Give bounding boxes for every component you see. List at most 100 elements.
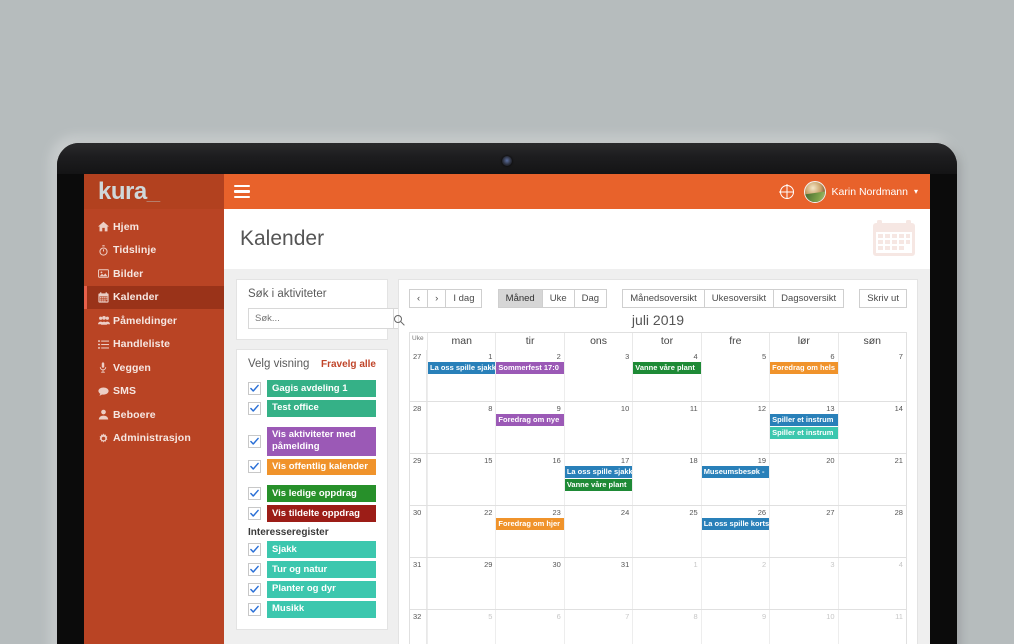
calendar-day-cell[interactable]: 31 (563, 558, 632, 609)
calendar-day-cell[interactable]: 18 (632, 454, 700, 505)
checkbox[interactable] (248, 507, 261, 521)
filter-label[interactable]: Sjakk (267, 541, 376, 558)
filter-label[interactable]: Musikk (267, 600, 376, 618)
checkbox[interactable] (248, 562, 261, 576)
calendar-day-cell[interactable]: 20 (769, 454, 837, 505)
calendar-day-cell[interactable]: 14 (837, 402, 906, 453)
checkbox[interactable] (248, 543, 261, 557)
today-button[interactable]: I dag (445, 289, 483, 308)
hamburger-icon[interactable] (234, 182, 250, 202)
calendar-event[interactable]: Vanne våre plant (633, 362, 701, 375)
calendar-day-cell[interactable]: 19 Museumsbesøk - (700, 454, 770, 505)
view-button-uke[interactable]: Uke (541, 289, 575, 308)
calendar-day-cell[interactable]: 30 (495, 558, 563, 609)
brand-logo[interactable]: kura_ (84, 174, 224, 209)
calendar-event[interactable]: Vanne våre plant (564, 479, 633, 492)
checkbox[interactable] (248, 602, 261, 616)
calendar-day-cell[interactable]: 12 (700, 402, 769, 453)
calendar-day-cell[interactable]: 2 Sommerfest 17:0 (495, 350, 564, 401)
sidebar-item-p-meldinger[interactable]: Påmeldinger (84, 309, 224, 333)
sidebar-item-tidslinje[interactable]: Tidslinje (84, 239, 224, 263)
search-input[interactable] (248, 308, 393, 329)
calendar-day-cell[interactable]: 8 (632, 610, 700, 644)
calendar-day-cell[interactable]: 11 (837, 610, 906, 644)
checkbox[interactable] (248, 401, 261, 415)
report-button-ukesoversikt[interactable]: Ukesoversikt (703, 289, 775, 308)
calendar-day-cell[interactable]: 10 (563, 402, 632, 453)
view-button-dag[interactable]: Dag (573, 289, 608, 308)
globe-icon[interactable] (779, 184, 794, 199)
report-button-dagsoversikt[interactable]: Dagsoversikt (773, 289, 845, 308)
sidebar-item-bilder[interactable]: Bilder (84, 262, 224, 286)
calendar-event[interactable]: La oss spille sjakk (428, 362, 496, 375)
calendar-day-cell[interactable]: 7 (837, 350, 906, 401)
calendar-day-cell[interactable]: 4 Vanne våre plant (632, 350, 701, 401)
prev-button[interactable]: ‹ (409, 289, 429, 308)
calendar-event[interactable]: Spiller et instrum (770, 414, 838, 427)
calendar-day-cell[interactable]: 2 (700, 558, 769, 609)
calendar-day-cell[interactable]: 10 (769, 610, 837, 644)
sidebar-item-administrasjon[interactable]: Administrasjon (84, 427, 224, 451)
calendar-day-cell[interactable]: 4 (837, 558, 906, 609)
user-menu[interactable]: Karin Nordmann ▾ (803, 180, 918, 203)
calendar-day-cell[interactable]: 1 La oss spille sjakk (427, 350, 496, 401)
calendar-day-cell[interactable]: 28 (837, 506, 906, 557)
calendar-event[interactable]: Foredrag om hels (770, 362, 838, 375)
calendar-day-cell[interactable]: 16 (495, 454, 563, 505)
calendar-day-cell[interactable]: 25 (632, 506, 700, 557)
calendar-day-cell[interactable]: 15 (427, 454, 495, 505)
calendar-event[interactable]: Foredrag om hjer (496, 518, 564, 531)
calendar-event[interactable]: La oss spille sjakk (564, 466, 633, 479)
checkbox[interactable] (248, 460, 261, 474)
calendar-event[interactable]: Spiller et instrum (770, 427, 838, 440)
calendar-day-cell[interactable]: 23 Foredrag om hjer (495, 506, 564, 557)
calendar-event[interactable]: Foredrag om nye (496, 414, 564, 427)
calendar-day-cell[interactable]: 6 (495, 610, 563, 644)
checkbox[interactable] (248, 434, 261, 448)
calendar-day-cell[interactable]: 7 (563, 610, 632, 644)
filter-label[interactable]: Vis tildelte oppdrag (267, 505, 376, 523)
filter-label[interactable]: Vis aktiviteter med påmelding (267, 426, 376, 456)
sidebar-item-kalender[interactable]: Kalender (84, 285, 224, 309)
filter-label[interactable]: Test office (267, 399, 376, 417)
calendar-day-cell[interactable]: 21 (837, 454, 906, 505)
calendar-day-cell[interactable]: 26 La oss spille korts (700, 506, 770, 557)
clear-all-link[interactable]: Fravelg alle (321, 359, 376, 370)
sidebar-item-veggen[interactable]: Veggen (84, 356, 224, 380)
sidebar-item-beboere[interactable]: Beboere (84, 403, 224, 427)
calendar-day-cell[interactable]: 1 (632, 558, 700, 609)
calendar-day-cell[interactable]: 22 (427, 506, 495, 557)
calendar-day-cell[interactable]: 11 (632, 402, 700, 453)
filter-label[interactable]: Vis offentlig kalender (267, 458, 376, 476)
sidebar-item-handleliste[interactable]: Handleliste (84, 333, 224, 357)
calendar-day-cell[interactable]: 29 (427, 558, 495, 609)
filter-label[interactable]: Planter og dyr (267, 580, 376, 598)
calendar-day-cell[interactable]: 5 (427, 610, 495, 644)
checkbox[interactable] (248, 381, 261, 395)
calendar-day-cell[interactable]: 9 Foredrag om nye (495, 402, 564, 453)
filter-label[interactable]: Tur og natur (267, 561, 376, 578)
checkbox[interactable] (248, 487, 261, 501)
print-button[interactable]: Skriv ut (859, 289, 907, 308)
calendar-event[interactable]: Sommerfest 17:0 (496, 362, 564, 375)
calendar-day-cell[interactable]: 13 Spiller et instrum Spiller et instrum (769, 402, 838, 453)
calendar-day-cell[interactable]: 24 (563, 506, 632, 557)
calendar-day-cell[interactable]: 3 (563, 350, 632, 401)
calendar-day-cell[interactable]: 27 (769, 506, 837, 557)
view-button-måned[interactable]: Måned (497, 289, 543, 308)
calendar-day-cell[interactable]: 6 Foredrag om hels (769, 350, 838, 401)
calendar-event[interactable]: Museumsbesøk - (701, 466, 770, 479)
calendar-day-cell[interactable]: 8 (427, 402, 495, 453)
checkbox[interactable] (248, 582, 261, 596)
report-button-månedsoversikt[interactable]: Månedsoversikt (622, 289, 705, 308)
next-button[interactable]: › (427, 289, 447, 308)
calendar-day-cell[interactable]: 3 (769, 558, 837, 609)
calendar-day-cell[interactable]: 5 (700, 350, 769, 401)
sidebar-item-hjem[interactable]: Hjem (84, 215, 224, 239)
calendar-day-cell[interactable]: 17 La oss spille sjakk Vanne våre plant (563, 454, 633, 505)
filter-label[interactable]: Gagis avdeling 1 (267, 380, 376, 397)
calendar-event[interactable]: La oss spille korts (701, 518, 770, 531)
sidebar-item-sms[interactable]: SMS (84, 380, 224, 404)
filter-label[interactable]: Vis ledige oppdrag (267, 485, 376, 503)
calendar-day-cell[interactable]: 9 (700, 610, 769, 644)
